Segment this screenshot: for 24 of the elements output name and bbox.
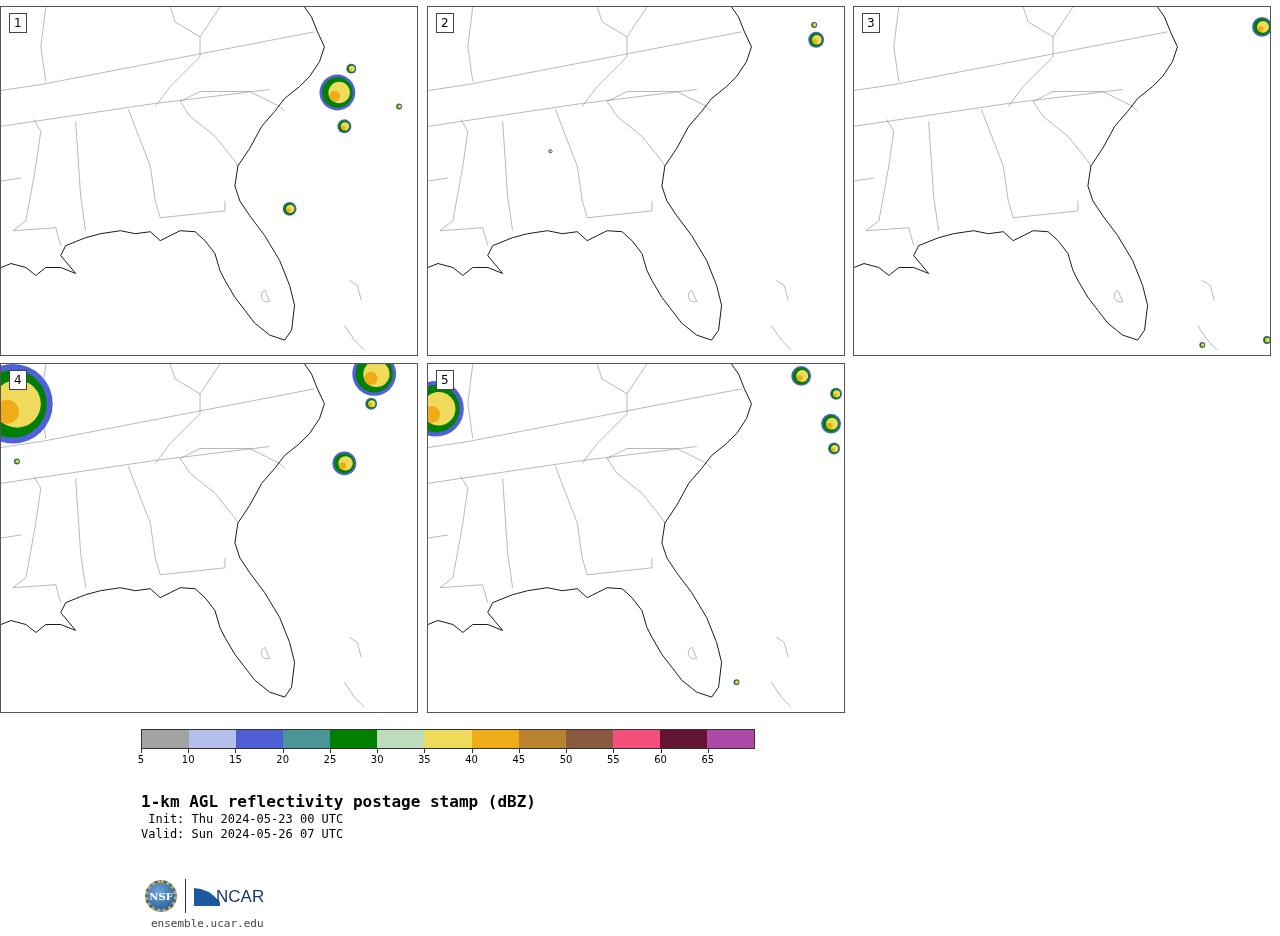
tick-label: 50	[559, 754, 573, 766]
seal-logo: NSF	[145, 880, 177, 912]
tick-label: 60	[654, 754, 667, 766]
wordmark-logo: NCAR	[194, 886, 265, 906]
panel-number: 4	[9, 370, 27, 390]
panel-number: 3	[862, 13, 880, 33]
tick-label: 5	[137, 754, 145, 766]
valid-time: Valid: Sun 2024-05-26 07 UTC	[141, 827, 345, 842]
tick-label: 65	[701, 754, 715, 766]
tick-label: 25	[323, 754, 337, 766]
panel-number: 2	[436, 13, 454, 33]
init-time: Init: Thu 2024-05-23 00 UTC	[147, 812, 345, 827]
website-url: ensemble.ucar.edu	[151, 917, 265, 930]
tick-label: 30	[370, 754, 384, 766]
tick-label: 15	[229, 754, 242, 766]
tick-label: 35	[418, 754, 431, 766]
tick-label: 55	[606, 754, 620, 766]
tick-label: 20	[276, 754, 290, 766]
chart-title: 1-km AGL reflectivity postage stamp (dBZ)	[141, 792, 537, 812]
panel-number: 1	[9, 13, 27, 33]
tick-label: 10	[181, 754, 195, 766]
tick-label: 45	[512, 754, 526, 766]
tick-label: 40	[465, 754, 478, 766]
panel-number: 5	[436, 370, 454, 390]
